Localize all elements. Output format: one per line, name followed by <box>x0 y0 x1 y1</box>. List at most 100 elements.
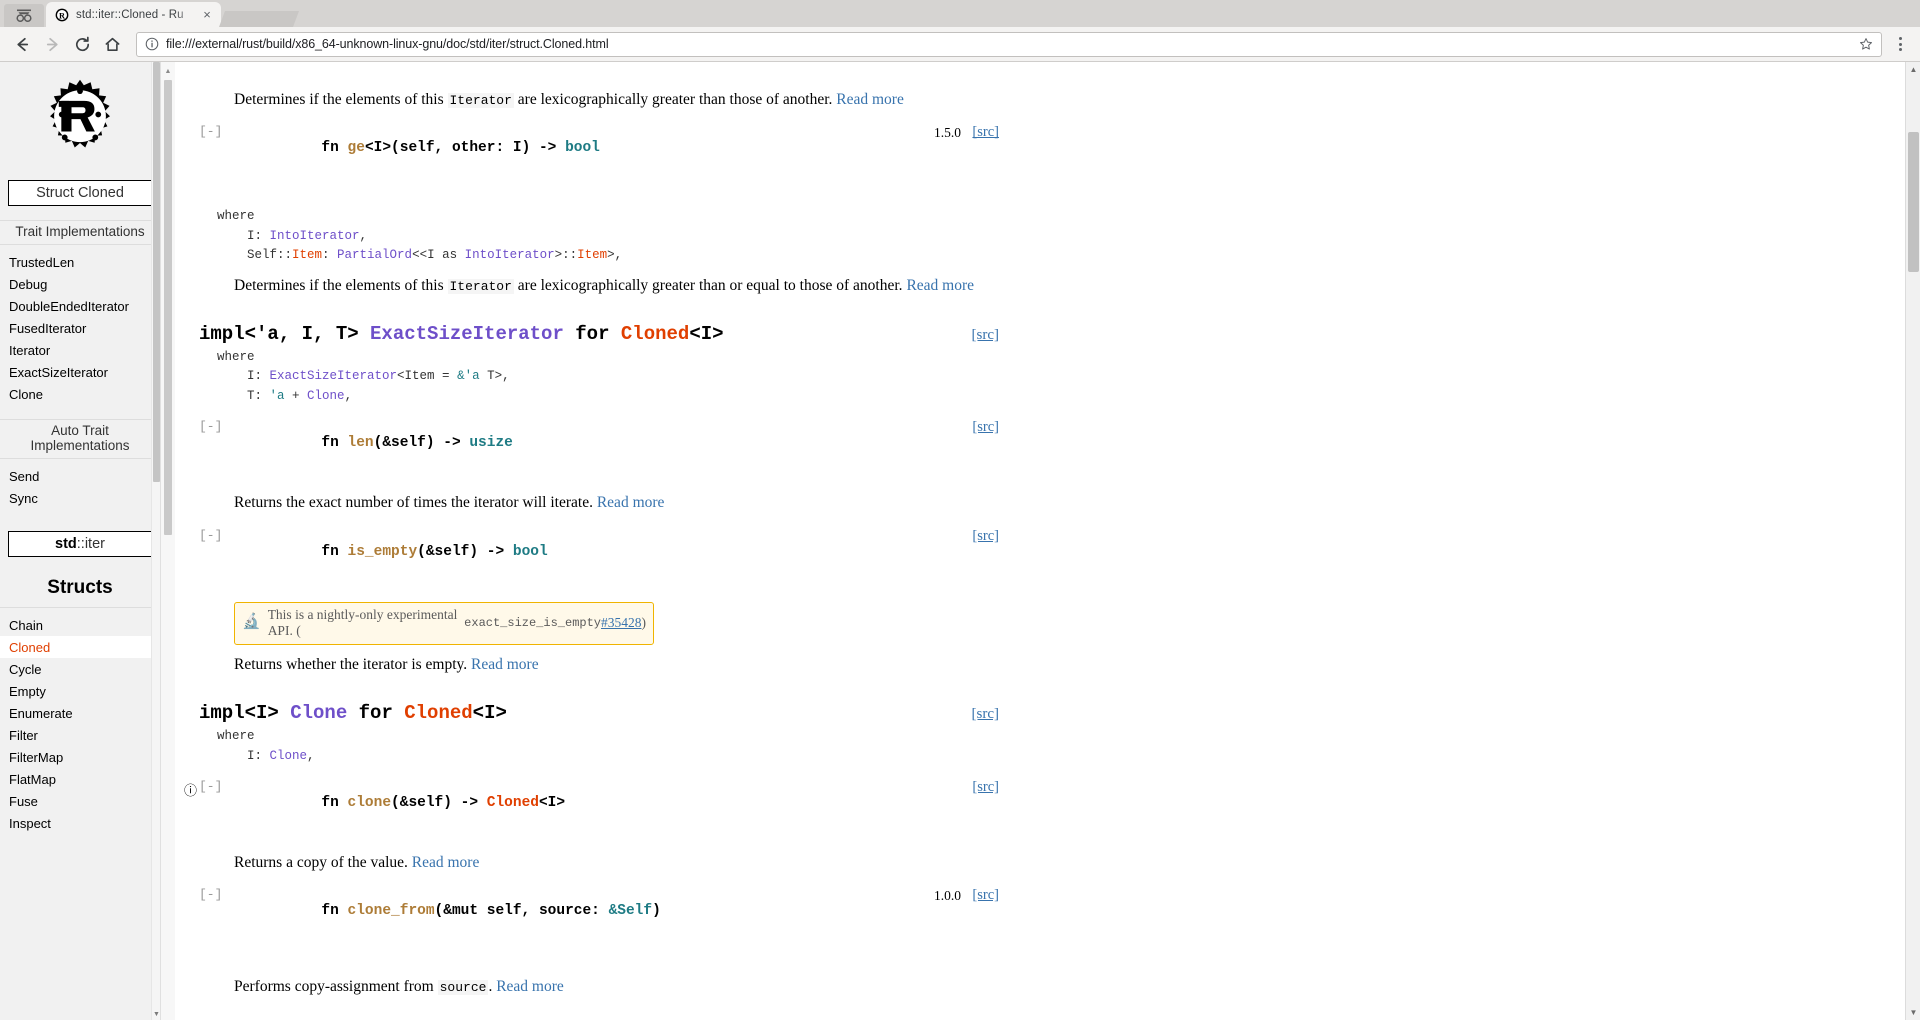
toggle-clone-from[interactable]: [-] <box>199 887 222 902</box>
clonefrom-src-link[interactable]: [src] <box>972 887 999 904</box>
read-more-link[interactable]: Read more <box>597 494 665 511</box>
clonefrom-fn-name[interactable]: clone_from <box>348 903 435 919</box>
ge-where-l2-mid: : <box>322 248 338 263</box>
clone-w1-trait[interactable]: Clone <box>270 749 308 763</box>
esi-impl-trait[interactable]: ExactSizeIterator <box>370 323 564 345</box>
esi-w1-tail: T>, <box>479 369 510 384</box>
address-bar[interactable]: file:///external/rust/build/x86_64-unkno… <box>136 31 1882 57</box>
page-scroll-thumb[interactable] <box>1908 132 1919 272</box>
bookmark-star-icon[interactable] <box>1859 37 1873 51</box>
read-more-link[interactable]: Read more <box>836 91 904 108</box>
clone-fn-kw: fn <box>321 794 348 811</box>
sidebar-item-clone[interactable]: Clone <box>0 383 160 405</box>
clone-src-link[interactable]: [src] <box>972 779 999 796</box>
sidebar-item-fuse[interactable]: Fuse <box>0 790 160 812</box>
sidebar-crate-prefix: std <box>55 536 77 552</box>
sidebar-scroll-thumb[interactable] <box>153 62 160 482</box>
ge-where-l2-trait[interactable]: PartialOrd <box>337 248 412 262</box>
browser-menu-button[interactable] <box>1888 37 1912 51</box>
esi-where-clause: where I: ExactSizeIterator<Item = &'a T>… <box>217 348 999 406</box>
clonefrom-fn-tail: ) <box>652 903 661 920</box>
sidebar-trait-impl-heading: Trait Implementations <box>0 220 160 245</box>
sidebar-item-fusediterator[interactable]: FusedIterator <box>0 317 160 339</box>
sidebar-item-iterator[interactable]: Iterator <box>0 339 160 361</box>
esi-w2-trait[interactable]: Clone <box>307 389 345 403</box>
back-button[interactable] <box>8 30 36 58</box>
sidebar-item-chain[interactable]: Chain <box>0 614 160 636</box>
sidebar-item-sync[interactable]: Sync <box>0 487 160 509</box>
sidebar-item-flatmap[interactable]: FlatMap <box>0 768 160 790</box>
isempty-fn-name[interactable]: is_empty <box>348 544 418 560</box>
is-empty-doc: Returns whether the iterator is empty. R… <box>234 654 999 676</box>
esi-src-link[interactable]: [src] <box>972 327 999 344</box>
read-more-link[interactable]: Read more <box>906 277 974 294</box>
sidebar-item-debug[interactable]: Debug <box>0 273 160 295</box>
isempty-fn-return[interactable]: bool <box>513 544 548 560</box>
toggle-ge[interactable]: [-] <box>199 124 222 139</box>
sidebar-crate-box[interactable]: std::iter <box>8 531 152 557</box>
clone-impl-trait[interactable]: Clone <box>290 702 347 724</box>
clonefrom-since-badge: 1.0.0 <box>934 888 961 904</box>
stab-issue-link[interactable]: #35428 <box>601 615 642 631</box>
sidebar-scrollbar[interactable]: ▲ ▼ <box>151 62 160 1020</box>
clone-impl-src-link[interactable]: [src] <box>972 706 999 723</box>
clone-fn-ret-generic: <I> <box>538 794 566 811</box>
sidebar-item-empty[interactable]: Empty <box>0 680 160 702</box>
home-button[interactable] <box>98 30 126 58</box>
sidebar-item-doubleendediterator[interactable]: DoubleEndedIterator <box>0 295 160 317</box>
back-arrow-icon <box>16 37 28 51</box>
read-more-link[interactable]: Read more <box>496 978 564 995</box>
docs-main: ▲ Determines if the elements of this Ite… <box>161 62 1920 1020</box>
sidebar-item-send[interactable]: Send <box>0 465 160 487</box>
microscope-icon: 🔬 <box>242 614 261 631</box>
clonefrom-doc-code: source <box>437 980 489 996</box>
page-scroll-down-icon[interactable]: ▼ <box>1906 1005 1920 1020</box>
sidebar-item-trustedlen[interactable]: TrustedLen <box>0 251 160 273</box>
page-scrollbar[interactable]: ▲ ▼ <box>1905 62 1920 1020</box>
incognito-indicator[interactable] <box>4 4 44 27</box>
sidebar-item-filter[interactable]: Filter <box>0 724 160 746</box>
sidebar-item-filtermap[interactable]: FilterMap <box>0 746 160 768</box>
toggle-len[interactable]: [-] <box>199 419 222 434</box>
toggle-clone[interactable]: [-] <box>199 779 222 794</box>
ge-where-l2-item2[interactable]: Item <box>577 248 607 262</box>
ge-src-link[interactable]: [src] <box>972 124 999 141</box>
url-text: file:///external/rust/build/x86_64-unkno… <box>166 37 609 51</box>
stability-indicator-icon[interactable]: ⓘ <box>184 780 197 799</box>
clone-impl-struct[interactable]: Cloned <box>404 702 472 724</box>
sidebar-item-enumerate[interactable]: Enumerate <box>0 702 160 724</box>
len-fn-name[interactable]: len <box>348 435 374 451</box>
len-src-link[interactable]: [src] <box>972 419 999 436</box>
ge-where-l2-trait2[interactable]: IntoIterator <box>465 248 555 262</box>
clone-fn-return[interactable]: Cloned <box>487 795 539 811</box>
esi-impl-struct[interactable]: Cloned <box>621 323 689 345</box>
sidebar-item-cloned[interactable]: Cloned <box>0 636 160 658</box>
reload-button[interactable] <box>68 30 96 58</box>
sidebar-item-exactsizeiterator[interactable]: ExactSizeIterator <box>0 361 160 383</box>
sidebar-scroll-down-icon[interactable]: ▼ <box>152 1009 160 1020</box>
ge-doc2-suffix: are lexicographically greater than or eq… <box>513 276 907 294</box>
browser-tab[interactable]: R std::iter::Cloned - Ru × <box>46 2 221 27</box>
read-more-link[interactable]: Read more <box>412 854 480 871</box>
ge-where-l2-item[interactable]: Item <box>292 248 322 262</box>
forward-button[interactable] <box>38 30 66 58</box>
sidebar-auto-trait-list: Send Sync <box>0 459 160 509</box>
esi-w1-trait[interactable]: ExactSizeIterator <box>270 369 398 383</box>
toggle-is-empty[interactable]: [-] <box>199 528 222 543</box>
clone-from-doc: Performs copy-assignment from source. Re… <box>234 976 999 998</box>
sidebar-item-inspect[interactable]: Inspect <box>0 812 160 834</box>
method-ge: [-] fn ge<I>(self, other: I) -> bool 1.5.… <box>199 124 999 204</box>
read-more-link[interactable]: Read more <box>471 656 539 673</box>
isempty-src-link[interactable]: [src] <box>972 528 999 545</box>
len-fn-return[interactable]: usize <box>469 435 513 451</box>
clone-fn-name[interactable]: clone <box>348 795 392 811</box>
ge-fn-name[interactable]: ge <box>348 140 365 156</box>
sidebar-item-cycle[interactable]: Cycle <box>0 658 160 680</box>
ge-where-l1-trait[interactable]: IntoIterator <box>270 229 360 243</box>
tab-close-icon[interactable]: × <box>199 7 215 23</box>
ge-fn-return[interactable]: bool <box>565 140 600 156</box>
page-info-icon[interactable] <box>145 37 159 51</box>
ge-since-badge: 1.5.0 <box>934 125 961 141</box>
ge-doc-paragraph: Determines if the elements of this Itera… <box>234 89 999 111</box>
page-scroll-up-icon[interactable]: ▲ <box>1906 62 1920 77</box>
